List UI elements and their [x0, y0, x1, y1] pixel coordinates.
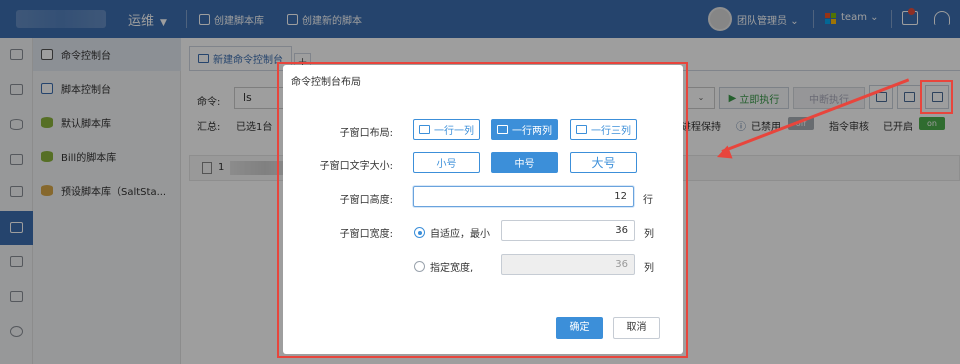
fixed-width-unit: 列	[644, 263, 654, 274]
font-option-label: 中号	[514, 159, 535, 170]
font-option-large[interactable]: 大号	[570, 152, 637, 173]
layout-option-1x3[interactable]: 一行三列	[570, 119, 637, 140]
layout-option-label: 一行两列	[512, 126, 552, 137]
highlight-frame-layout-button	[920, 80, 953, 114]
fixed-width-input[interactable]: 36	[501, 254, 635, 275]
layout-option-1x2[interactable]: 一行两列	[491, 119, 558, 140]
fixed-width-radio[interactable]	[414, 261, 425, 272]
auto-width-label: 自适应，最小	[430, 229, 490, 240]
font-option-medium[interactable]: 中号	[491, 152, 558, 173]
layout-option-label: 一行一列	[434, 126, 474, 137]
min-width-unit: 列	[644, 229, 654, 240]
dialog-title: 命令控制台布局	[291, 77, 361, 88]
confirm-button[interactable]: 确定	[556, 317, 603, 339]
auto-width-radio[interactable]	[414, 227, 425, 238]
fixed-width-label: 指定宽度,	[430, 263, 474, 274]
layout-option-1x1[interactable]: 一行一列	[413, 119, 480, 140]
layout-dialog: 命令控制台布局 子窗口布局: 一行一列 一行两列 一行三列 子窗口文字大小: 小…	[283, 65, 683, 354]
font-option-label: 大号	[591, 156, 616, 170]
font-option-small[interactable]: 小号	[413, 152, 480, 173]
height-label: 子窗口高度:	[339, 195, 393, 206]
width-label: 子窗口宽度:	[339, 229, 393, 240]
layout-1x2-icon	[497, 125, 508, 134]
layout-option-label: 一行三列	[591, 126, 631, 137]
font-option-label: 小号	[436, 159, 457, 170]
layout-1x1-icon	[419, 125, 430, 134]
layout-1x3-icon	[576, 125, 587, 134]
min-width-input[interactable]: 36	[501, 220, 635, 241]
font-size-label: 子窗口文字大小:	[319, 161, 393, 172]
cancel-button[interactable]: 取消	[613, 317, 660, 339]
height-input[interactable]: 12	[413, 186, 634, 207]
layout-label: 子窗口布局:	[339, 128, 393, 139]
height-unit: 行	[643, 195, 653, 206]
